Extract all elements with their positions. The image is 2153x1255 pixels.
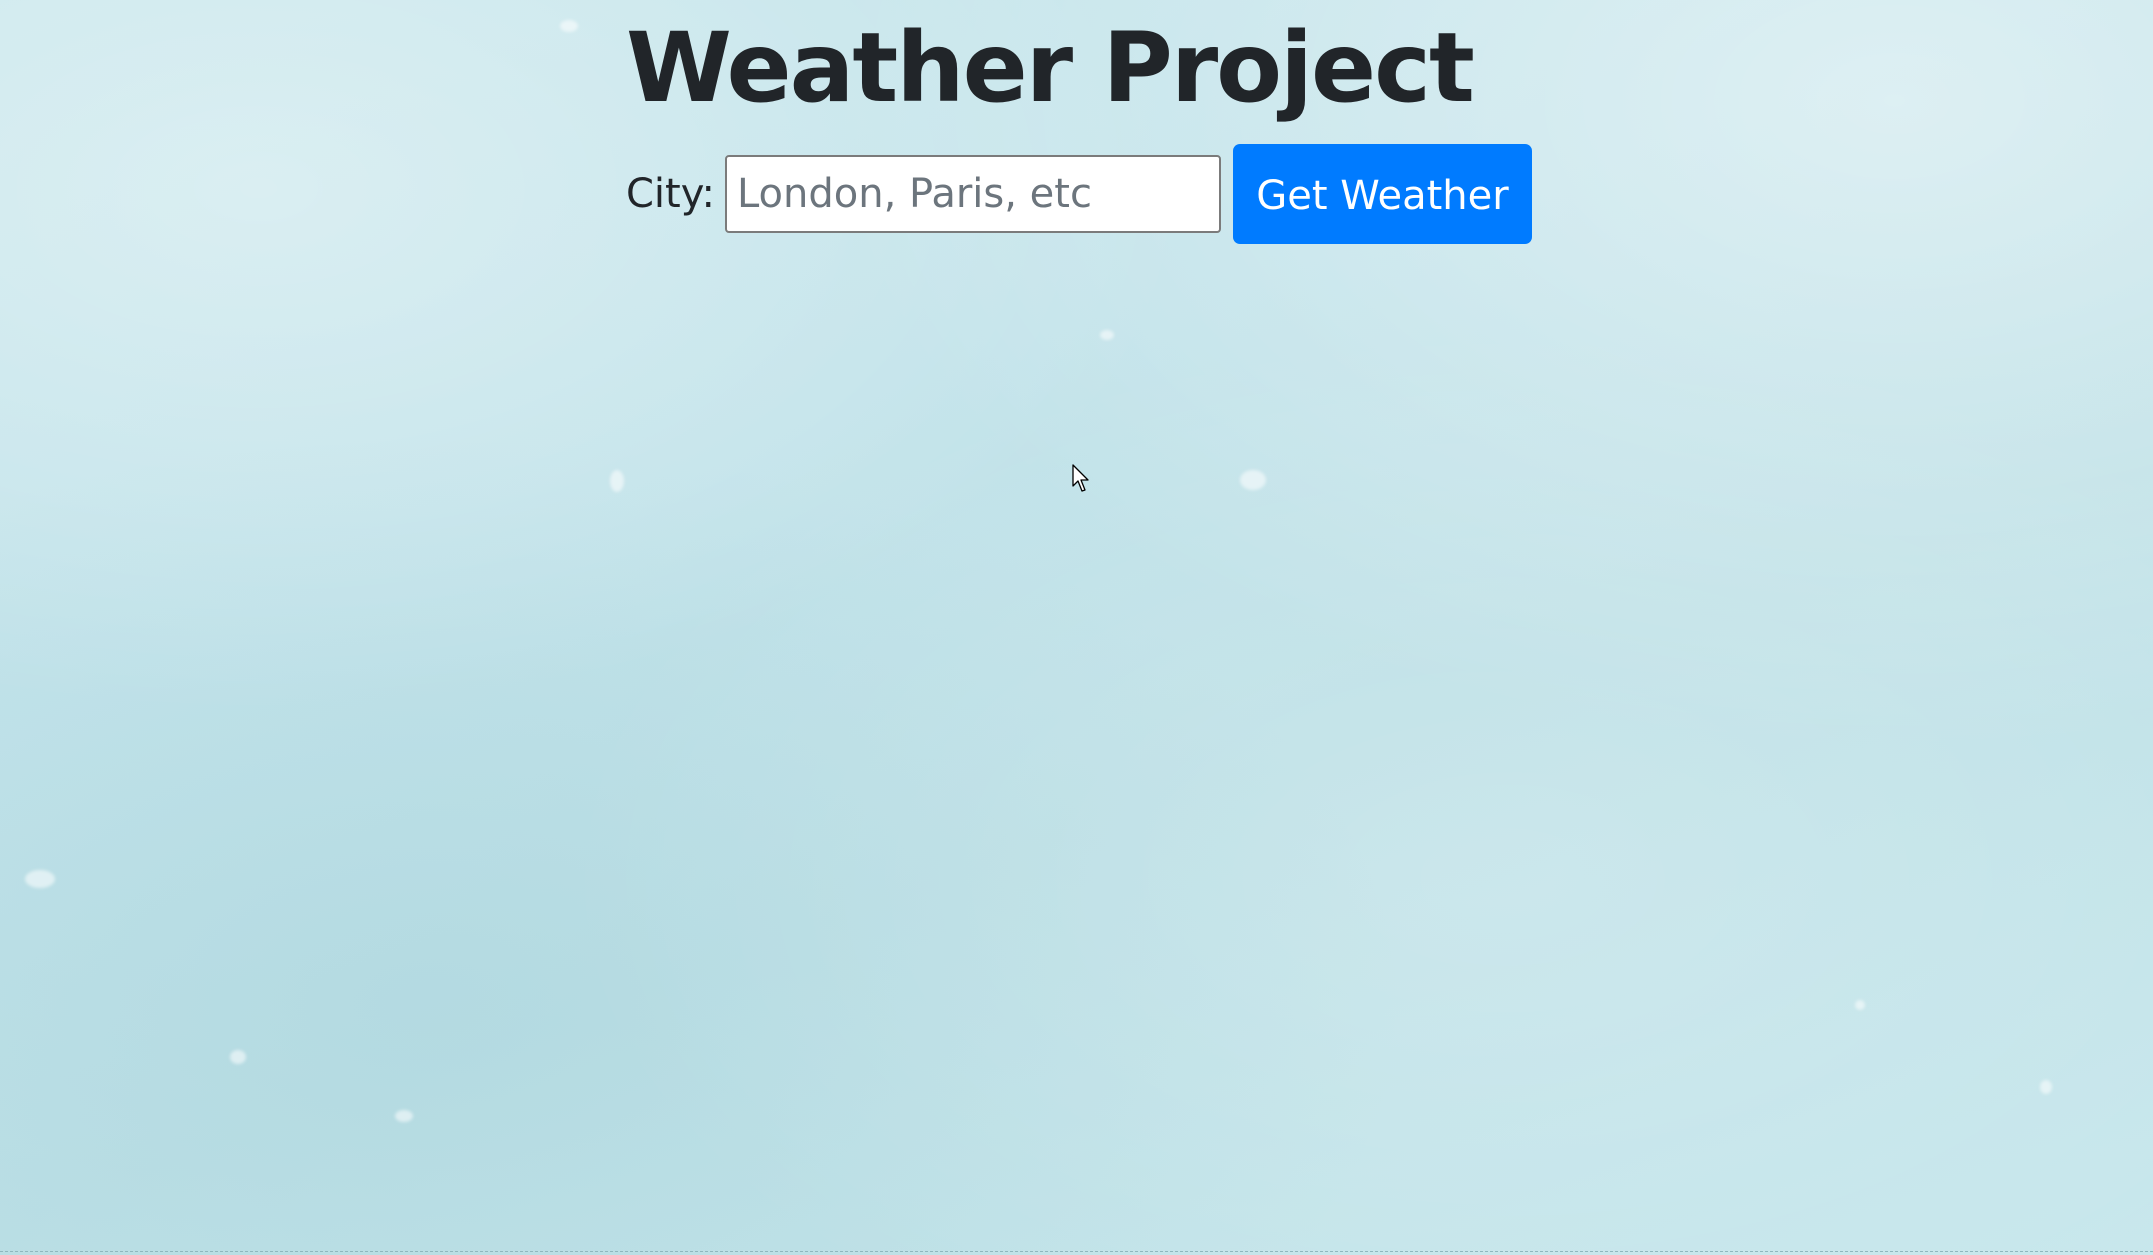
city-label: City:	[626, 171, 715, 217]
frost-speck	[2040, 1080, 2052, 1094]
frost-speck	[610, 470, 624, 492]
frost-speck	[1240, 470, 1266, 490]
bottom-divider	[0, 1251, 2153, 1253]
frost-speck	[395, 1110, 413, 1122]
weather-form: City: Get Weather	[626, 144, 1532, 244]
frost-speck	[230, 1050, 246, 1064]
page-title: Weather Project	[626, 12, 1475, 124]
frost-speck	[1100, 330, 1114, 340]
frost-speck	[25, 870, 55, 888]
get-weather-button[interactable]: Get Weather	[1232, 144, 1532, 244]
arrow-pointer-icon	[1072, 464, 1089, 492]
frost-speck	[560, 20, 578, 32]
frost-speck	[1855, 1000, 1865, 1010]
city-input[interactable]	[724, 155, 1221, 233]
